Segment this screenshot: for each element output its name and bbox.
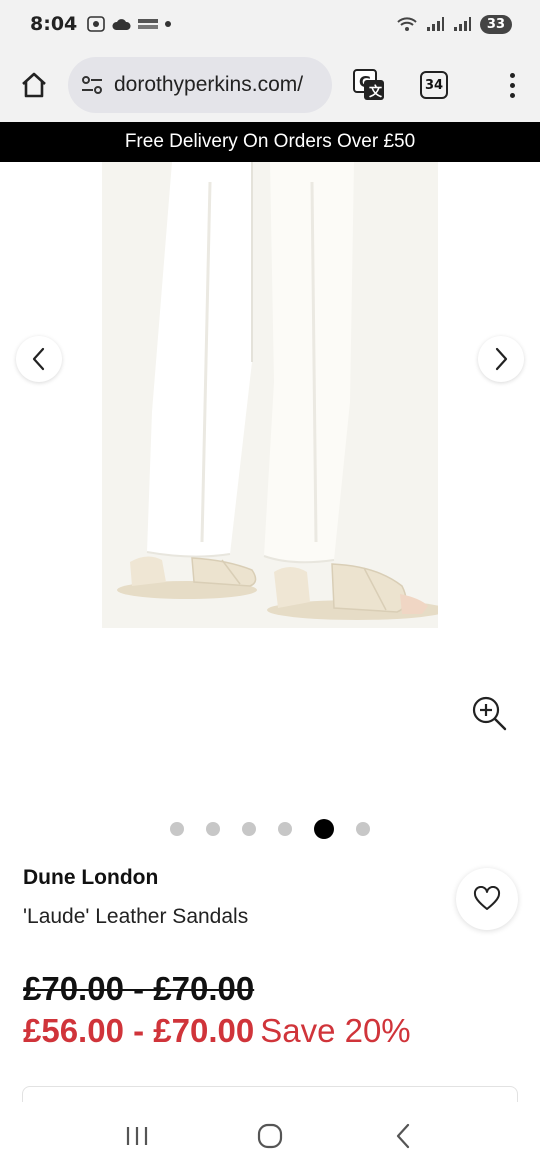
back-button[interactable] bbox=[383, 1116, 423, 1156]
product-brand[interactable]: Dune London bbox=[23, 866, 158, 890]
next-image-button[interactable] bbox=[478, 336, 524, 382]
address-bar[interactable]: dorothyperkins.com/ bbox=[68, 57, 332, 113]
discount-text: Save 20% bbox=[260, 1012, 411, 1049]
chevron-right-icon bbox=[495, 347, 508, 371]
status-system-icons: 33 bbox=[396, 14, 512, 34]
back-icon bbox=[397, 1123, 410, 1149]
system-navigation-bar bbox=[0, 1102, 540, 1170]
status-bar: 8:04 33 bbox=[0, 0, 540, 48]
carousel-pagination bbox=[0, 818, 540, 840]
zoom-button[interactable] bbox=[470, 694, 508, 732]
battery-indicator: 33 bbox=[479, 14, 512, 34]
browser-toolbar: dorothyperkins.com/ G文 34 bbox=[0, 48, 540, 122]
url-text: dorothyperkins.com/ bbox=[114, 73, 304, 96]
carousel-dot[interactable] bbox=[356, 822, 370, 836]
signal-roaming-icon bbox=[453, 17, 471, 31]
wishlist-button[interactable] bbox=[456, 868, 518, 930]
more-vert-icon-dot bbox=[509, 82, 515, 88]
product-image[interactable] bbox=[102, 162, 438, 628]
zoom-in-icon bbox=[472, 696, 507, 731]
carousel-dot[interactable] bbox=[206, 822, 220, 836]
sale-price: £56.00 - £70.00 bbox=[23, 1012, 255, 1049]
carousel-dot[interactable] bbox=[278, 822, 292, 836]
browser-menu-button[interactable] bbox=[502, 65, 522, 105]
more-notifications-dot bbox=[165, 21, 172, 27]
screenshot-icon bbox=[87, 16, 106, 32]
recent-apps-icon bbox=[126, 1127, 147, 1145]
sale-price-row: £56.00 - £70.00 Save 20% bbox=[23, 1012, 411, 1050]
promo-banner[interactable]: Free Delivery On Orders Over £50 bbox=[0, 122, 540, 162]
signal-icon bbox=[426, 17, 444, 31]
app-notification-icon bbox=[138, 19, 159, 29]
page: 8:04 33 dorothyperkins.com/ G文 34 bbox=[0, 0, 540, 1170]
home-circle-icon bbox=[257, 1123, 283, 1149]
original-price: £70.00 - £70.00 bbox=[23, 970, 255, 1007]
product-photo bbox=[102, 162, 438, 628]
site-settings-icon[interactable] bbox=[80, 73, 104, 97]
chevron-left-icon bbox=[32, 347, 45, 371]
home-button[interactable] bbox=[14, 65, 54, 105]
more-vert-icon-dot bbox=[509, 92, 515, 98]
recent-apps-button[interactable] bbox=[117, 1116, 157, 1156]
carousel-dot[interactable] bbox=[170, 822, 184, 836]
product-name: 'Laude' Leather Sandals bbox=[23, 905, 249, 928]
tab-switcher-button[interactable]: 34 bbox=[420, 71, 448, 99]
svg-text:文: 文 bbox=[369, 84, 383, 100]
previous-image-button[interactable] bbox=[16, 336, 62, 382]
wifi-icon bbox=[397, 17, 417, 31]
status-time: 8:04 bbox=[30, 13, 78, 35]
more-vert-icon-dot bbox=[509, 72, 515, 78]
home-icon bbox=[22, 72, 46, 98]
home-nav-button[interactable] bbox=[250, 1116, 290, 1156]
cloud-icon bbox=[112, 19, 131, 30]
heart-icon bbox=[473, 886, 501, 910]
translate-icon: G文 bbox=[353, 69, 384, 100]
carousel-dot[interactable] bbox=[242, 822, 256, 836]
translate-button[interactable]: G文 bbox=[350, 66, 388, 104]
carousel-dot-active[interactable] bbox=[314, 819, 334, 839]
status-notification-icons bbox=[87, 16, 172, 32]
